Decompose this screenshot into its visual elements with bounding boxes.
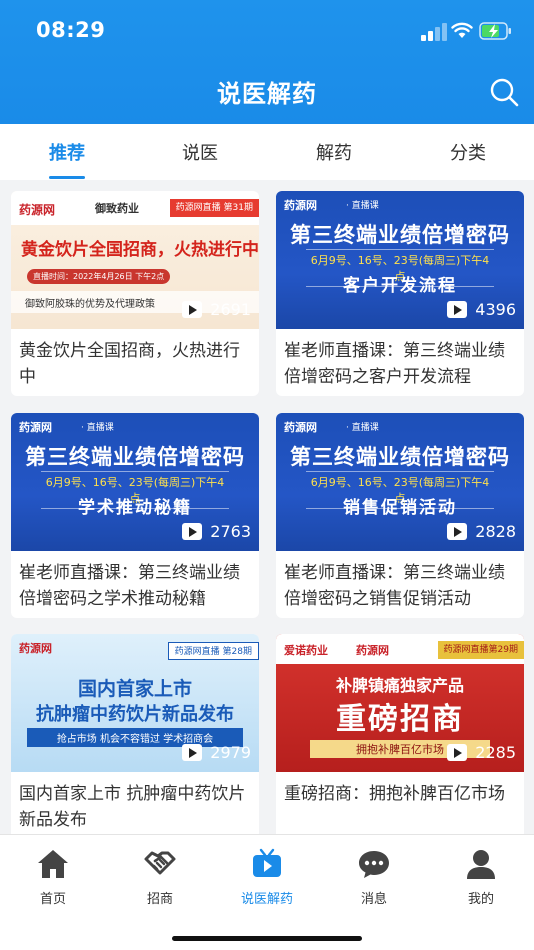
- thumb-logo-secondary: 药源网: [356, 644, 389, 657]
- nav-label: 首页: [39, 892, 66, 907]
- thumb-sub: · 直播课: [81, 423, 114, 433]
- bottom-navigation: 首页 招商 说医解药 消息 我的: [0, 834, 534, 950]
- tab-jieyao[interactable]: 解药: [294, 139, 374, 165]
- app-header: 08:29 说医解药: [0, 0, 534, 124]
- thumb-topic: 销售促销活动: [343, 498, 457, 518]
- thumb-headline: 重磅招商: [336, 702, 464, 737]
- category-tabs: 推荐 说医 解药 分类: [0, 124, 534, 180]
- home-indicator[interactable]: [172, 936, 362, 941]
- nav-label: 招商: [146, 892, 173, 907]
- video-card[interactable]: 药源网 · 直播课 第三终端业绩倍增密码 6月9号、16号、23号(每周三)下午…: [276, 191, 524, 396]
- view-count-value: 2763: [210, 522, 251, 541]
- thumb-badge: 药源网直播 第28期: [167, 642, 259, 660]
- thumb-topic: 学术推动秘籍: [78, 498, 192, 518]
- user-icon: [467, 850, 495, 879]
- video-thumbnail[interactable]: 药源网 御致药业 药源网直播 第31期 黄金饮片全国招商，火热进行中 直播时间：…: [11, 191, 259, 329]
- thumb-topic: 客户开发流程: [343, 276, 457, 296]
- view-count-value: 2691: [210, 300, 251, 319]
- thumb-logo: 药源网: [19, 421, 52, 434]
- view-count: 4396: [447, 300, 516, 319]
- card-title[interactable]: 重磅招商：拥抱补脾百亿市场: [276, 772, 524, 807]
- play-icon: [182, 744, 203, 761]
- card-title[interactable]: 黄金饮片全国招商，火热进行中: [11, 329, 259, 390]
- thumb-subheadline: 补脾镇痛独家产品: [335, 676, 464, 695]
- card-title[interactable]: 国内首家上市 抗肿瘤中药饮片 新品发布: [11, 772, 259, 833]
- nav-label: 说医解药: [240, 892, 293, 907]
- thumb-logo: 药源网: [284, 421, 317, 434]
- signal-icon: [421, 23, 447, 41]
- thumb-logo: 药源网: [19, 203, 56, 217]
- thumb-badge: 药源网直播 第31期: [169, 199, 259, 217]
- view-count-value: 2979: [210, 743, 251, 762]
- view-count: 2979: [182, 743, 251, 762]
- view-count: 2285: [447, 743, 516, 762]
- tab-shuoyi[interactable]: 说医: [160, 139, 240, 165]
- view-count-value: 4396: [475, 300, 516, 319]
- active-tab-indicator: [49, 176, 85, 179]
- view-count: 2691: [182, 300, 251, 319]
- tab-category[interactable]: 分类: [428, 139, 508, 165]
- video-card[interactable]: 药源网 药源网直播 第28期 国内首家上市 抗肿瘤中药饮片新品发布 抢占市场 机…: [11, 634, 259, 839]
- thumb-headline: 第三终端业绩倍增密码: [290, 223, 510, 247]
- nav-label: 我的: [467, 892, 494, 907]
- tv-play-icon: [253, 848, 281, 877]
- video-thumbnail[interactable]: 药源网 · 直播课 第三终端业绩倍增密码 6月9号、16号、23号(每周三)下午…: [276, 191, 524, 329]
- page-title: 说医解药: [217, 80, 317, 108]
- nav-home[interactable]: 首页: [13, 847, 93, 907]
- thumb-headline: 第三终端业绩倍增密码: [290, 445, 510, 469]
- thumb-headline: 黄金饮片全国招商，火热进行中: [21, 240, 259, 260]
- tab-recommend[interactable]: 推荐: [27, 139, 107, 165]
- thumb-date: 直播时间：2022年4月26日 下午2点: [27, 269, 171, 284]
- search-icon[interactable]: [488, 76, 520, 108]
- play-icon: [447, 744, 468, 761]
- thumb-headline: 国内首家上市: [77, 678, 192, 700]
- view-count: 2828: [447, 522, 516, 541]
- video-card[interactable]: 药源网 · 直播课 第三终端业绩倍增密码 6月9号、16号、23号(每周三)下午…: [276, 413, 524, 618]
- video-card[interactable]: 爱诺药业 药源网 药源网直播第29期 补脾镇痛独家产品 重磅招商 拥抱补脾百亿市…: [276, 634, 524, 839]
- wifi-icon: [451, 22, 473, 38]
- view-count: 2763: [182, 522, 251, 541]
- card-title[interactable]: 崔老师直播课：第三终端业绩倍增密码之客户开发流程: [276, 329, 524, 390]
- nav-messages[interactable]: 消息: [334, 847, 414, 907]
- video-thumbnail[interactable]: 药源网 · 直播课 第三终端业绩倍增密码 6月9号、16号、23号(每周三)下午…: [276, 413, 524, 551]
- thumb-sub: · 直播课: [346, 201, 379, 211]
- video-card[interactable]: 药源网 · 直播课 第三终端业绩倍增密码 6月9号、16号、23号(每周三)下午…: [11, 413, 259, 618]
- thumb-logo: 爱诺药业: [284, 644, 328, 657]
- nav-shuoyi-jieyao[interactable]: 说医解药: [227, 847, 307, 907]
- nav-label: 消息: [360, 892, 387, 907]
- thumb-subheadline: 抗肿瘤中药饮片新品发布: [36, 704, 234, 725]
- card-title[interactable]: 崔老师直播课：第三终端业绩倍增密码之销售促销活动: [276, 551, 524, 612]
- video-thumbnail[interactable]: 药源网 · 直播课 第三终端业绩倍增密码 6月9号、16号、23号(每周三)下午…: [11, 413, 259, 551]
- thumb-badge: 药源网直播第29期: [437, 641, 524, 659]
- thumb-strip-text: 御致阿胶珠的优势及代理政策: [25, 299, 155, 310]
- battery-charging-icon: [479, 22, 511, 40]
- play-icon: [447, 523, 468, 540]
- thumb-logo: 药源网: [284, 199, 317, 212]
- thumb-headline: 第三终端业绩倍增密码: [25, 445, 245, 469]
- handshake-icon: [144, 851, 176, 875]
- play-icon: [182, 523, 203, 540]
- chat-icon: [359, 851, 389, 878]
- view-count-value: 2828: [475, 522, 516, 541]
- thumb-brand: 御致药业: [95, 202, 139, 215]
- thumb-sub: · 直播课: [346, 423, 379, 433]
- nav-investment[interactable]: 招商: [120, 847, 200, 907]
- status-bar: 08:29: [0, 0, 534, 60]
- video-thumbnail[interactable]: 爱诺药业 药源网 药源网直播第29期 补脾镇痛独家产品 重磅招商 拥抱补脾百亿市…: [276, 634, 524, 772]
- view-count-value: 2285: [475, 743, 516, 762]
- card-title[interactable]: 崔老师直播课：第三终端业绩倍增密码之学术推动秘籍: [11, 551, 259, 612]
- nav-profile[interactable]: 我的: [441, 847, 521, 907]
- video-card[interactable]: 药源网 御致药业 药源网直播 第31期 黄金饮片全国招商，火热进行中 直播时间：…: [11, 191, 259, 396]
- play-icon: [447, 301, 468, 318]
- home-icon: [38, 850, 68, 878]
- thumb-logo: 药源网: [19, 642, 52, 655]
- status-time: 08:29: [36, 18, 106, 42]
- video-thumbnail[interactable]: 药源网 药源网直播 第28期 国内首家上市 抗肿瘤中药饮片新品发布 抢占市场 机…: [11, 634, 259, 772]
- play-icon: [182, 301, 203, 318]
